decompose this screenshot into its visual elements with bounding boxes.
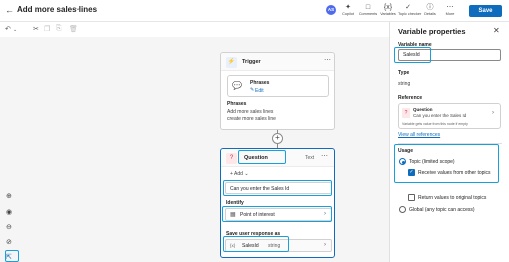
- edit-phrases-link[interactable]: Edit: [255, 88, 264, 94]
- reference-title: Question: [413, 107, 433, 112]
- details-button[interactable]: ⓘ Details: [420, 3, 440, 20]
- trigger-node[interactable]: ⚡ Trigger ⋯ 💬 Phrases ✎ Edit Phrases Add…: [220, 52, 335, 130]
- highlight-variable-name: [394, 47, 431, 63]
- minimap-icon[interactable]: ⊘: [6, 238, 12, 246]
- trigger-title: Trigger: [242, 59, 261, 65]
- more-options-icon[interactable]: ⋯: [321, 152, 328, 160]
- topic-checker-button[interactable]: ✓ Topic checker: [398, 3, 421, 20]
- return-values-label: Return values to original topics: [418, 195, 487, 201]
- arrow-left-icon[interactable]: ←: [5, 5, 14, 15]
- fit-view-icon[interactable]: ◉: [6, 208, 12, 216]
- lightning-icon: ⚡: [226, 57, 237, 68]
- phrases-section-label: Phrases: [227, 101, 247, 107]
- reference-footer: Variable gets value from this node if em…: [402, 122, 468, 126]
- type-label: Type: [398, 70, 410, 76]
- phrases-card[interactable]: 💬 Phrases ✎ Edit: [227, 75, 329, 97]
- reference-label: Reference: [398, 95, 423, 101]
- edit-icon: ✎: [250, 87, 255, 93]
- undo-icon[interactable]: ↶: [5, 25, 11, 33]
- trigger-node-header: ⚡ Trigger ⋯: [221, 53, 334, 71]
- avatar[interactable]: AS: [326, 5, 336, 15]
- global-scope-radio[interactable]: [399, 206, 406, 213]
- chevron-down-icon[interactable]: ⌄: [13, 27, 17, 33]
- comment-icon: □: [365, 4, 371, 11]
- info-icon: ⓘ: [426, 4, 434, 11]
- zoom-in-icon[interactable]: ⊕: [6, 192, 12, 200]
- type-value: string: [398, 81, 411, 87]
- more-button[interactable]: ⋯ More: [440, 3, 460, 20]
- highlight-pointer: [5, 250, 19, 262]
- highlight-usage: [394, 144, 499, 183]
- highlight-entity: [222, 206, 332, 222]
- copy-icon[interactable]: ❐: [44, 25, 50, 33]
- copilot-button[interactable]: ✦ Copilot: [338, 3, 358, 20]
- zoom-out-icon[interactable]: ⊖: [6, 223, 12, 231]
- add-node-button[interactable]: +: [272, 133, 283, 144]
- phrases-icon: 💬: [232, 81, 242, 90]
- highlight-variable: [223, 236, 289, 252]
- view-all-references-link[interactable]: View all references: [398, 132, 440, 138]
- question-icon: ?: [402, 108, 410, 118]
- highlight-prompt: [223, 180, 332, 196]
- return-values-checkbox[interactable]: [408, 194, 415, 201]
- reference-card[interactable]: ? Question Can you enter the Sales Id Va…: [398, 103, 501, 129]
- question-type[interactable]: Text: [305, 155, 314, 161]
- panel-title: Variable properties: [398, 27, 466, 36]
- more-icon: ⋯: [446, 4, 454, 11]
- variables-button[interactable]: {x} Variables: [378, 3, 398, 20]
- editor-toolbar: ↶ ⌄ ✂ ❐ ⎘ 🗑: [0, 22, 388, 37]
- close-icon[interactable]: ✕: [493, 26, 500, 35]
- phrases-title: Phrases: [250, 80, 270, 86]
- trigger-phrase: create more sales line: [227, 116, 276, 122]
- global-scope-label: Global (any topic can access): [409, 207, 475, 213]
- reference-subtitle: Can you enter the Sales Id: [413, 113, 467, 118]
- save-button[interactable]: Save: [469, 5, 502, 17]
- checker-icon: ✓: [405, 4, 411, 11]
- copilot-icon: ✦: [345, 4, 351, 11]
- highlight-question-title: [238, 150, 286, 164]
- topic-title[interactable]: Add more sales lines: [17, 5, 97, 14]
- delete-icon[interactable]: 🗑: [69, 25, 78, 33]
- add-label: Add: [234, 171, 243, 177]
- add-button[interactable]: + Add ⌄: [230, 171, 249, 177]
- variable-icon: {x}: [383, 4, 393, 11]
- question-icon: ?: [226, 153, 237, 164]
- chevron-down-icon[interactable]: ⌄: [75, 4, 81, 12]
- topic-header: ← Add more sales lines ⌄ AS ✦ Copilot □ …: [0, 0, 509, 22]
- paste-icon[interactable]: ⎘: [56, 25, 62, 33]
- trigger-phrase: Add more sales lines: [227, 109, 274, 115]
- comments-button[interactable]: □ Comments: [358, 3, 378, 20]
- chevron-right-icon: ›: [324, 242, 326, 248]
- chevron-right-icon: ›: [492, 110, 494, 116]
- cut-icon[interactable]: ✂: [33, 25, 39, 33]
- more-options-icon[interactable]: ⋯: [324, 56, 331, 64]
